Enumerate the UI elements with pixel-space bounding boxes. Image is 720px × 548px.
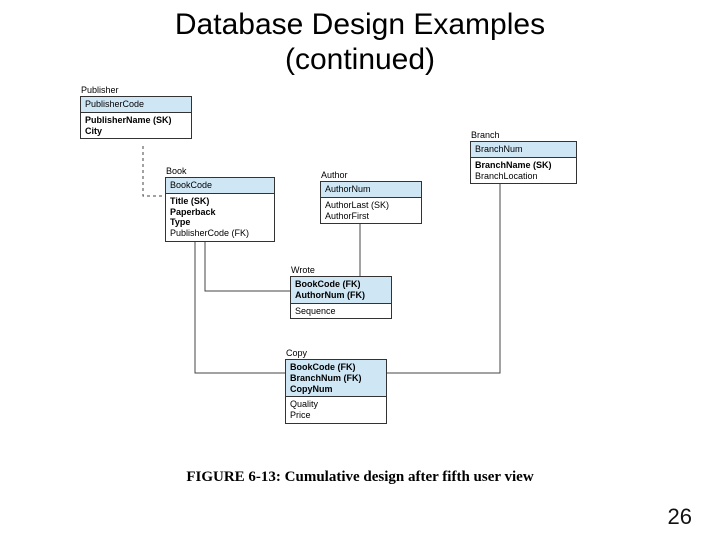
entity-copy-attr2: Price xyxy=(290,410,382,421)
entity-copy-name: Copy xyxy=(286,348,307,359)
entity-wrote-name: Wrote xyxy=(291,265,315,276)
entity-publisher-attr2: City xyxy=(85,126,187,137)
entity-author-name: Author xyxy=(321,170,348,181)
diagram-area: Publisher PublisherCode PublisherName (S… xyxy=(0,81,720,461)
entity-book: Book BookCode Title (SK) Paperback Type … xyxy=(165,177,275,242)
entity-branch-attr1: BranchName (SK) xyxy=(475,160,572,171)
entity-author-attr2: AuthorFirst xyxy=(325,211,417,222)
entity-book-attr3: Type xyxy=(170,217,270,228)
entity-book-attr2: Paperback xyxy=(170,207,270,218)
entity-wrote: Wrote BookCode (FK) AuthorNum (FK) Seque… xyxy=(290,276,392,319)
entity-branch-attr2: BranchLocation xyxy=(475,171,572,182)
title-line-1: Database Design Examples xyxy=(175,8,545,41)
entity-copy: Copy BookCode (FK) BranchNum (FK) CopyNu… xyxy=(285,359,387,424)
entity-wrote-attr1: Sequence xyxy=(295,306,387,317)
entity-book-name: Book xyxy=(166,166,187,177)
entity-branch-name: Branch xyxy=(471,130,500,141)
entity-publisher: Publisher PublisherCode PublisherName (S… xyxy=(80,96,192,139)
slide-title: Database Design Examples (continued) xyxy=(0,8,720,77)
page-number: 26 xyxy=(668,504,692,530)
entity-publisher-pk: PublisherCode xyxy=(81,97,191,113)
figure-caption: FIGURE 6-13: Cumulative design after fif… xyxy=(0,469,720,486)
entity-book-attr1: Title (SK) xyxy=(170,196,270,207)
entity-copy-pk3: CopyNum xyxy=(290,384,382,395)
entity-branch: Branch BranchNum BranchName (SK) BranchL… xyxy=(470,141,577,184)
entity-wrote-pk2: AuthorNum (FK) xyxy=(295,290,387,301)
entity-author-attr1: AuthorLast (SK) xyxy=(325,200,417,211)
entity-publisher-attr1: PublisherName (SK) xyxy=(85,115,187,126)
entity-copy-pk2: BranchNum (FK) xyxy=(290,373,382,384)
title-line-2: (continued) xyxy=(285,43,435,76)
entity-publisher-name: Publisher xyxy=(81,85,119,96)
entity-copy-pk1: BookCode (FK) xyxy=(290,362,382,373)
entity-copy-attr1: Quality xyxy=(290,399,382,410)
entity-branch-pk: BranchNum xyxy=(471,142,576,158)
entity-author: Author AuthorNum AuthorLast (SK) AuthorF… xyxy=(320,181,422,224)
entity-book-pk: BookCode xyxy=(166,178,274,194)
entity-book-attr4: PublisherCode (FK) xyxy=(170,228,270,239)
entity-author-pk: AuthorNum xyxy=(321,182,421,198)
entity-wrote-pk1: BookCode (FK) xyxy=(295,279,387,290)
